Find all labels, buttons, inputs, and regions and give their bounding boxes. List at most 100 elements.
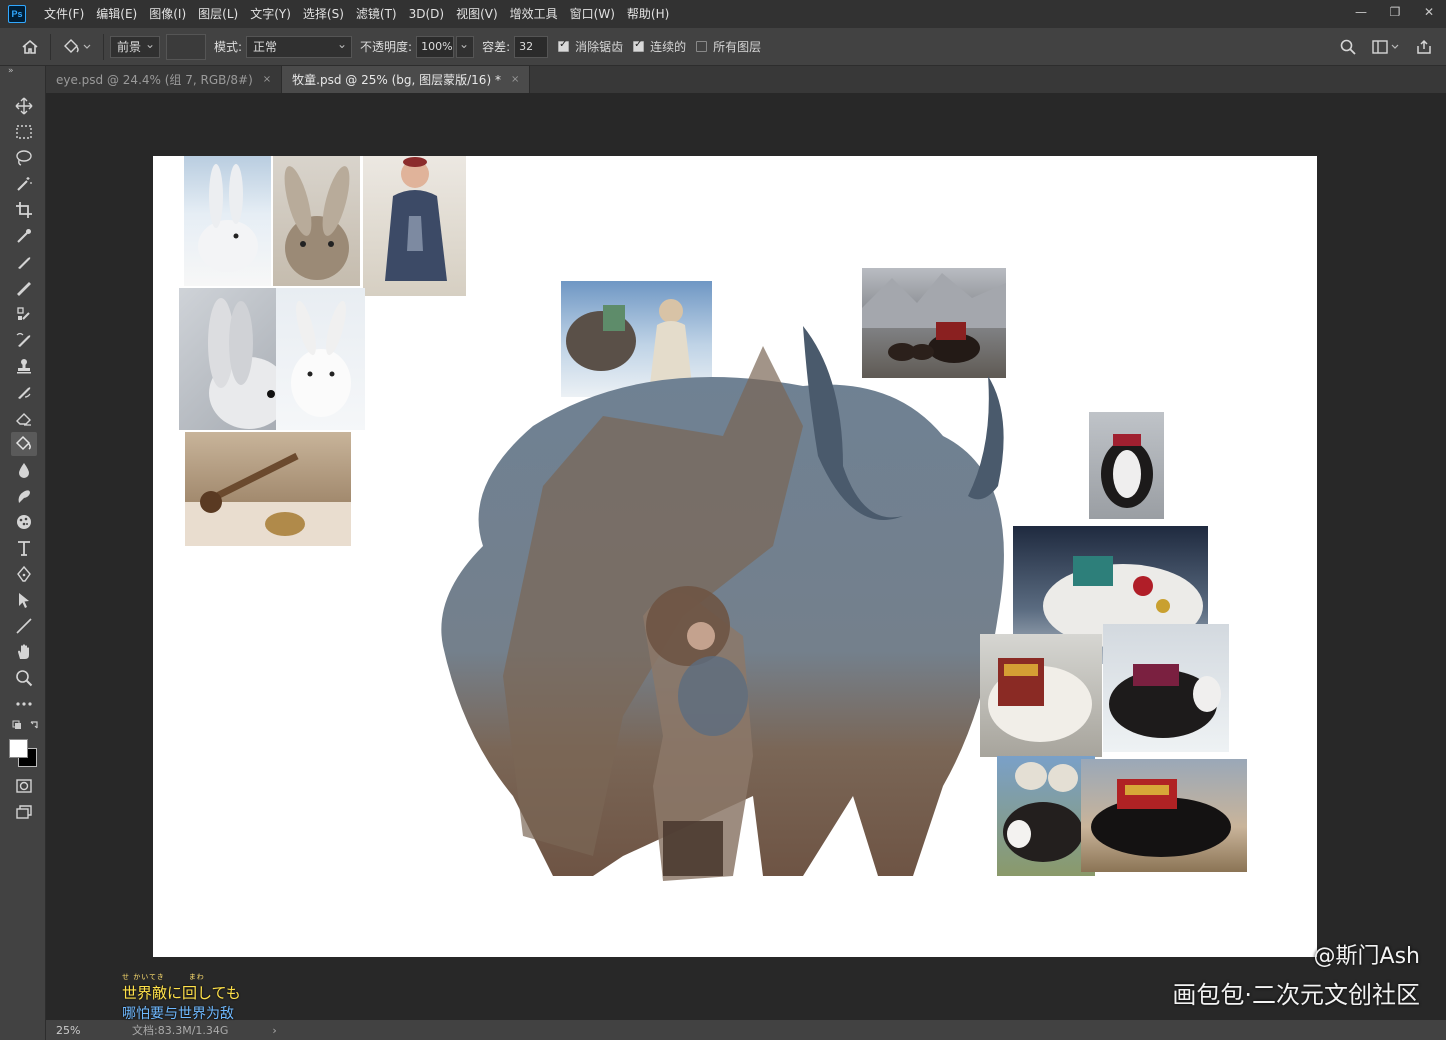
- fill-source-select[interactable]: 前景: [110, 34, 160, 58]
- swap-colors-icon[interactable]: [11, 718, 41, 734]
- options-right-icons: [1334, 33, 1438, 61]
- move-tool-icon[interactable]: [11, 94, 37, 118]
- document-tabs: eye.psd @ 24.4% (组 7, RGB/8#) × 牧童.psd @…: [46, 66, 1446, 93]
- smudge-tool-icon[interactable]: [11, 484, 37, 508]
- opacity-input[interactable]: 100%: [416, 35, 455, 58]
- lyric-ruby: せ かいてき まわ: [122, 973, 205, 981]
- options-bar: 前景 模式: 正常 不透明度: 100% 容差: 32 消除锯齿 连续的 所有图…: [0, 28, 1446, 66]
- lyric-chinese: 哪怕要与世界为敌: [122, 1006, 234, 1022]
- watermark-site: 画包包·二次元文创社区: [1172, 981, 1420, 1009]
- opacity-dropdown[interactable]: [456, 34, 475, 58]
- reference-photo-hare-ears[interactable]: [179, 288, 276, 430]
- reference-photo-brown-hare[interactable]: [273, 156, 360, 286]
- window-controls: — ❐ ✕: [1344, 0, 1446, 24]
- tab-close-icon[interactable]: ×: [263, 74, 271, 85]
- hand-tool-icon[interactable]: [11, 640, 37, 664]
- restore-button[interactable]: ❐: [1378, 0, 1412, 24]
- more-tools-icon[interactable]: [11, 692, 37, 716]
- separator: [103, 33, 104, 60]
- tolerance-label: 容差:: [482, 40, 511, 54]
- paint-bucket-preset-icon[interactable]: [57, 33, 97, 61]
- tab-label: eye.psd @ 24.4% (组 7, RGB/8#): [56, 73, 253, 87]
- reference-photo-yak-portrait[interactable]: [1089, 412, 1164, 519]
- document-size: 文档:83.3M/1.34G: [132, 1024, 229, 1037]
- reference-photo-arctic-hare[interactable]: [276, 288, 365, 430]
- opacity-label: 不透明度:: [360, 40, 413, 54]
- document-canvas[interactable]: [153, 156, 1317, 957]
- menu-select[interactable]: 选择(S): [297, 0, 350, 28]
- lasso-tool-icon[interactable]: [11, 146, 37, 170]
- all-layers-label: 所有图层: [713, 40, 762, 54]
- stamp-tool-icon[interactable]: [11, 354, 37, 378]
- reference-photo-black-white-yak[interactable]: [1103, 624, 1229, 752]
- pattern-swatch[interactable]: [166, 33, 206, 60]
- tab-label: 牧童.psd @ 25% (bg, 图层蒙版/16) *: [292, 73, 501, 87]
- tab-close-icon[interactable]: ×: [511, 74, 519, 85]
- art-history-brush-icon[interactable]: [11, 380, 37, 404]
- color-swatches[interactable]: [8, 738, 40, 770]
- type-tool-icon[interactable]: [11, 536, 37, 560]
- search-icon[interactable]: [1334, 33, 1362, 61]
- lyric-overlay: せ かいてき まわ 世界敵に回しても 哪怕要与世界为敌: [122, 972, 241, 1023]
- reference-photo-pipe[interactable]: [185, 432, 351, 546]
- menu-help[interactable]: 帮助(H): [621, 0, 675, 28]
- zoom-tool-icon[interactable]: [11, 666, 37, 690]
- watermark-handle: @斯门Ash: [1313, 944, 1420, 969]
- sponge-tool-icon[interactable]: [11, 510, 37, 534]
- menu-type[interactable]: 文字(Y): [244, 0, 297, 28]
- yak-painting[interactable]: [423, 316, 1023, 891]
- reference-photo-white-hare[interactable]: [184, 156, 271, 286]
- mode-select[interactable]: 正常: [246, 34, 353, 58]
- tab-herder-psd[interactable]: 牧童.psd @ 25% (bg, 图层蒙版/16) * ×: [282, 66, 531, 93]
- clone-stamp-tool-icon[interactable]: [11, 302, 37, 326]
- contiguous-label: 连续的: [650, 40, 687, 54]
- tools-panel: »: [0, 66, 46, 1040]
- workspace-icon[interactable]: [1368, 33, 1404, 61]
- blur-tool-icon[interactable]: [11, 458, 37, 482]
- screen-mode-icon[interactable]: [11, 800, 37, 824]
- menu-file[interactable]: 文件(F): [38, 0, 90, 28]
- foreground-color-swatch[interactable]: [9, 739, 28, 758]
- tab-eye-psd[interactable]: eye.psd @ 24.4% (组 7, RGB/8#) ×: [46, 66, 283, 93]
- zoom-level[interactable]: 25%: [46, 1024, 86, 1037]
- path-selection-tool-icon[interactable]: [11, 588, 37, 612]
- menu-edit[interactable]: 编辑(E): [90, 0, 143, 28]
- quick-mask-icon[interactable]: [11, 774, 37, 798]
- contiguous-checkbox[interactable]: 连续的: [633, 38, 686, 55]
- menu-filter[interactable]: 滤镜(T): [350, 0, 403, 28]
- home-icon[interactable]: [16, 33, 44, 61]
- menu-3d[interactable]: 3D(D): [403, 0, 450, 28]
- paint-bucket-tool-icon[interactable]: [11, 432, 37, 456]
- reference-photo-child-in-robe[interactable]: [363, 156, 466, 296]
- antialias-checkbox[interactable]: 消除锯齿: [558, 38, 623, 55]
- status-arrow-icon[interactable]: ›: [272, 1024, 276, 1037]
- reference-photo-decorated-black-yak[interactable]: [1081, 759, 1247, 872]
- eraser-tool-icon[interactable]: [11, 406, 37, 430]
- toolbar-expander[interactable]: »: [8, 66, 14, 76]
- antialias-label: 消除锯齿: [575, 40, 624, 54]
- menu-plugins[interactable]: 增效工具: [504, 0, 564, 28]
- lyric-japanese: 世界敵に回しても: [122, 984, 241, 1002]
- healing-brush-tool-icon[interactable]: [11, 250, 37, 274]
- menu-layer[interactable]: 图层(L): [192, 0, 244, 28]
- all-layers-checkbox[interactable]: 所有图层: [696, 38, 761, 55]
- tolerance-input[interactable]: 32: [514, 35, 549, 58]
- minimize-button[interactable]: —: [1344, 0, 1378, 24]
- crop-tool-icon[interactable]: [11, 198, 37, 222]
- marquee-tool-icon[interactable]: [11, 120, 37, 144]
- menu-image[interactable]: 图像(I): [143, 0, 192, 28]
- photoshop-logo-icon: Ps: [8, 5, 26, 23]
- status-bar: 25% 文档:83.3M/1.34G ›: [46, 1020, 1446, 1040]
- pen-tool-icon[interactable]: [11, 562, 37, 586]
- eyedropper-tool-icon[interactable]: [11, 224, 37, 248]
- share-icon[interactable]: [1410, 33, 1438, 61]
- menu-view[interactable]: 视图(V): [450, 0, 504, 28]
- close-button[interactable]: ✕: [1412, 0, 1446, 24]
- line-tool-icon[interactable]: [11, 614, 37, 638]
- reference-photo-saddled-yak[interactable]: [980, 634, 1102, 757]
- magic-wand-tool-icon[interactable]: [11, 172, 37, 196]
- menu-bar: Ps 文件(F) 编辑(E) 图像(I) 图层(L) 文字(Y) 选择(S) 滤…: [0, 0, 1446, 28]
- brush-tool-icon[interactable]: [11, 276, 37, 300]
- menu-window[interactable]: 窗口(W): [564, 0, 621, 28]
- history-brush-tool-icon[interactable]: [11, 328, 37, 352]
